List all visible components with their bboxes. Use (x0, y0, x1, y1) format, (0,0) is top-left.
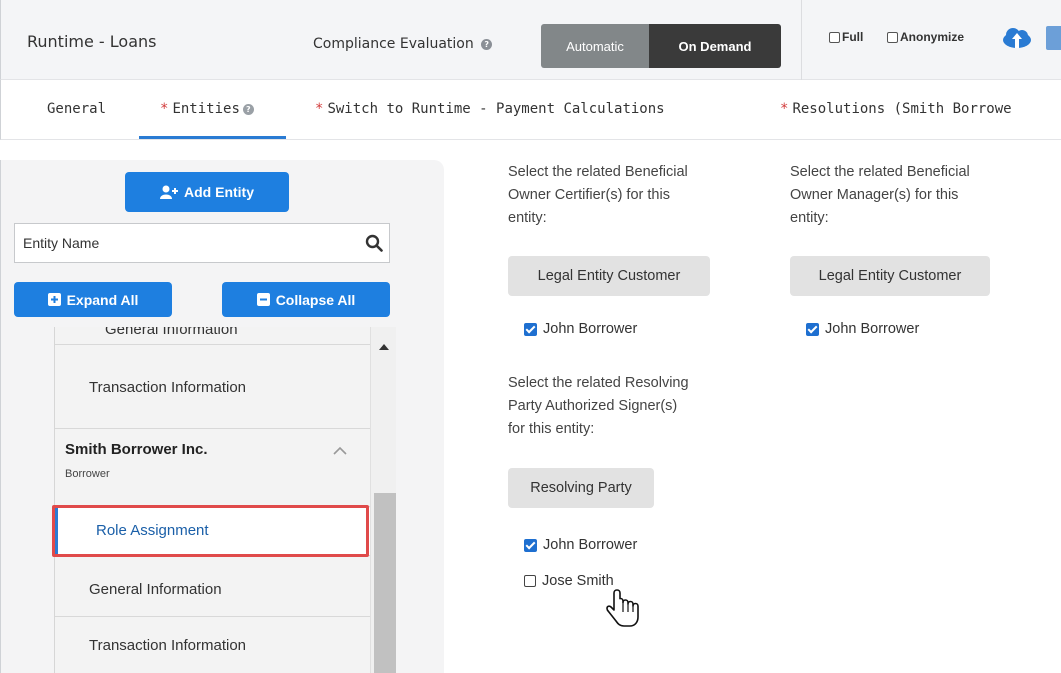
entity-search-input[interactable] (15, 224, 345, 262)
mode-automatic-button[interactable]: Automatic (541, 24, 649, 68)
person-name: John Borrower (543, 321, 638, 337)
collapse-all-label: Collapse All (275, 291, 356, 308)
person-name: Jose Smith (542, 573, 614, 589)
manager-role-chip: Legal Entity Customer (790, 256, 990, 296)
cloud-upload-icon[interactable] (1000, 26, 1034, 52)
signer-prompt: Select the related Resolving Party Autho… (508, 372, 689, 441)
compliance-evaluation-label: Compliance Evaluation ? (313, 36, 493, 52)
prompt-line: entity: (508, 210, 547, 226)
top-header: Runtime - Loans Compliance Evaluation ? … (0, 0, 1061, 80)
entity-name: Smith Borrower Inc. (65, 441, 208, 458)
tab-entities-label: Entities (172, 101, 240, 117)
add-entity-button[interactable]: Add Entity (125, 172, 289, 212)
expand-all-button[interactable]: Expand All (14, 282, 172, 317)
tab-resolutions[interactable]: * Resolutions (Smith Borrowe (780, 101, 1012, 117)
checkbox-checked[interactable] (524, 322, 537, 336)
help-icon[interactable]: ? (481, 39, 493, 50)
manager-prompt: Select the related Beneficial Owner Mana… (790, 161, 970, 230)
tab-entities[interactable]: * Entities? (160, 101, 254, 117)
full-checkbox-box[interactable] (829, 31, 840, 43)
checkbox-checked[interactable] (806, 322, 819, 336)
tree-scrollbar[interactable] (370, 327, 396, 673)
prompt-line: Owner Certifier(s) for this (508, 187, 670, 203)
tree-parent-smith-borrower[interactable]: Smith Borrower Inc. Borrower (55, 429, 370, 507)
header-divider (801, 0, 802, 80)
prompt-line: Select the related Beneficial (508, 164, 688, 180)
entity-role: Borrower (65, 468, 110, 480)
active-tab-indicator (139, 136, 286, 139)
entity-tree: General Information Transaction Informat… (54, 327, 370, 673)
help-icon[interactable]: ? (242, 104, 254, 115)
anonymize-checkbox-box[interactable] (887, 31, 898, 43)
add-user-icon (160, 185, 178, 199)
checkbox-unchecked[interactable] (524, 575, 536, 587)
save-icon[interactable] (1046, 26, 1061, 50)
certifier-person-row[interactable]: John Borrower (524, 321, 637, 337)
tab-switch-payment-calculations[interactable]: * Switch to Runtime - Payment Calculation… (315, 101, 665, 117)
highlight-annotation (52, 505, 369, 557)
search-icon[interactable] (365, 234, 383, 252)
tab-general-label: General (47, 101, 107, 117)
full-checkbox[interactable]: Full (829, 30, 863, 44)
person-name: John Borrower (543, 537, 638, 553)
required-marker: * (315, 101, 324, 117)
prompt-line: Party Authorized Signer(s) (508, 398, 678, 414)
anonymize-checkbox-label: Anonymize (900, 30, 965, 44)
minus-square-icon (256, 293, 270, 306)
hand-pointer-cursor-icon (606, 589, 639, 627)
mode-on-demand-button[interactable]: On Demand (649, 24, 781, 68)
prompt-line: for this entity: (508, 421, 595, 437)
plus-square-icon (47, 293, 61, 306)
required-marker: * (780, 101, 789, 117)
tab-switch-label: Switch to Runtime - Payment Calculations (327, 101, 665, 117)
prompt-line: Owner Manager(s) for this (790, 187, 959, 203)
tab-resolutions-label: Resolutions (Smith Borrowe (792, 101, 1012, 117)
signer-person-row[interactable]: Jose Smith (524, 573, 614, 589)
tab-bar: General * Entities? * Switch to Runtime - … (0, 80, 1061, 140)
collapse-all-button[interactable]: Collapse All (222, 282, 390, 317)
required-marker: * (160, 101, 169, 117)
signer-role-chip: Resolving Party (508, 468, 654, 508)
full-checkbox-label: Full (842, 30, 864, 44)
prompt-line: entity: (790, 210, 829, 226)
evaluation-mode-toggle: Automatic On Demand (541, 24, 781, 68)
chevron-up-icon[interactable] (333, 445, 347, 455)
compliance-evaluation-text: Compliance Evaluation (313, 36, 474, 52)
tab-general[interactable]: General (47, 101, 106, 117)
app-title: Runtime - Loans (27, 32, 157, 51)
tree-item-general-information[interactable]: General Information (55, 561, 370, 617)
tree-item-general-information[interactable]: General Information (55, 327, 370, 345)
tree-item-transaction-information[interactable]: Transaction Information (55, 617, 370, 673)
entity-search-box (14, 223, 390, 263)
certifier-role-chip: Legal Entity Customer (508, 256, 710, 296)
scroll-up-arrow-icon[interactable] (379, 344, 389, 350)
signer-person-row[interactable]: John Borrower (524, 537, 637, 553)
expand-all-label: Expand All (66, 291, 139, 308)
anonymize-checkbox[interactable]: Anonymize (887, 30, 964, 44)
prompt-line: Select the related Beneficial (790, 164, 970, 180)
certifier-prompt: Select the related Beneficial Owner Cert… (508, 161, 688, 230)
person-name: John Borrower (825, 321, 920, 337)
checkbox-checked[interactable] (524, 538, 537, 552)
manager-person-row[interactable]: John Borrower (806, 321, 919, 337)
add-entity-label: Add Entity (184, 184, 254, 200)
tree-item-transaction-information[interactable]: Transaction Information (55, 345, 370, 429)
prompt-line: Select the related Resolving (508, 375, 689, 391)
scrollbar-thumb[interactable] (374, 493, 396, 673)
